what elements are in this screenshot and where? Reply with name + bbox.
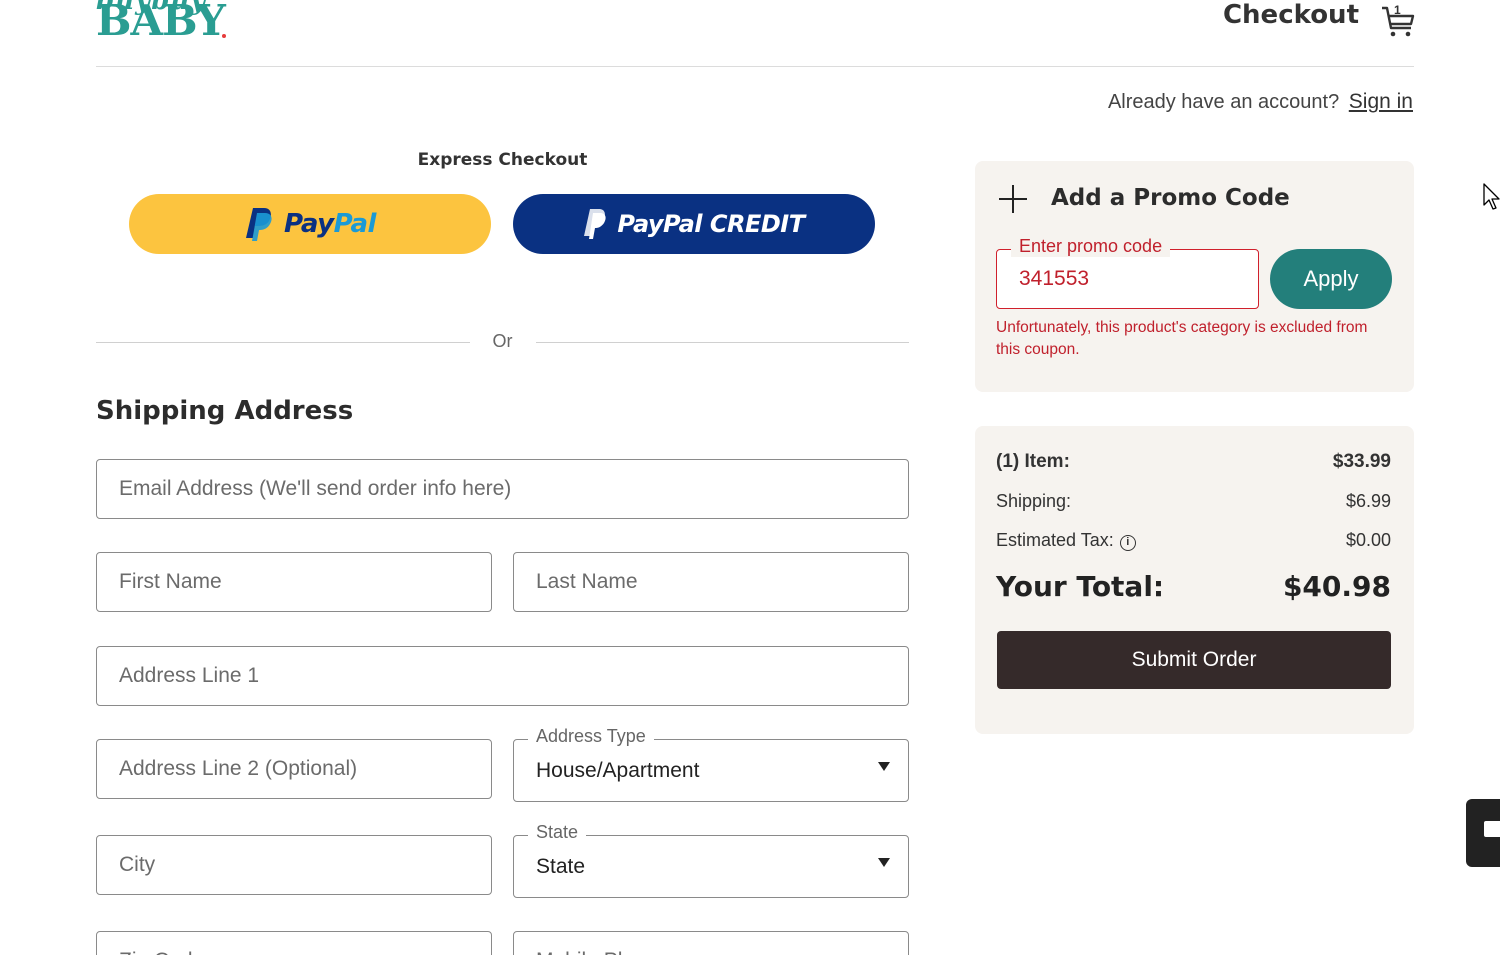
last-name-field[interactable] bbox=[513, 552, 909, 612]
mobile-phone-field[interactable] bbox=[513, 931, 909, 955]
promo-error-message: Unfortunately, this product's category i… bbox=[996, 319, 1368, 358]
promo-code-input[interactable] bbox=[997, 250, 1258, 308]
address-type-select[interactable]: Address Type House/Apartment bbox=[513, 726, 909, 802]
summary-shipping-label: Shipping: bbox=[996, 491, 1072, 511]
address-line-2-input[interactable] bbox=[97, 740, 491, 798]
summary-total-label: Your Total: bbox=[996, 570, 1165, 603]
paypal-wordmark: PayPal bbox=[284, 209, 376, 239]
or-divider-line-right bbox=[536, 342, 909, 343]
summary-items-row: (1) Item: $33.99 bbox=[996, 451, 1391, 473]
address-line-2-field[interactable] bbox=[96, 739, 492, 799]
paypal-credit-logo-icon bbox=[584, 209, 607, 239]
promo-code-label: Enter promo code bbox=[1011, 236, 1171, 257]
city-input[interactable] bbox=[97, 836, 491, 894]
promo-code-title[interactable]: Add a Promo Code bbox=[1051, 185, 1290, 211]
address-line-1-input[interactable] bbox=[97, 647, 908, 705]
state-value: State bbox=[536, 855, 586, 878]
city-field[interactable] bbox=[96, 835, 492, 895]
summary-items-value: $33.99 bbox=[1332, 451, 1391, 472]
brand-logo-dot bbox=[222, 34, 226, 38]
shipping-address-title: Shipping Address bbox=[96, 396, 354, 426]
zip-code-input[interactable] bbox=[97, 932, 491, 955]
state-label: State bbox=[528, 822, 587, 843]
cart-count-badge: 1 bbox=[1394, 3, 1401, 17]
express-checkout-title: Express Checkout bbox=[417, 150, 588, 170]
account-prompt: Already have an account? Sign in bbox=[1108, 90, 1413, 114]
summary-tax-label-group: Estimated Tax: i bbox=[996, 530, 1136, 551]
paypal-credit-wordmark: PayPal CREDIT bbox=[617, 210, 805, 238]
summary-tax-value: $0.00 bbox=[1345, 530, 1391, 550]
address-type-value: House/Apartment bbox=[536, 759, 700, 782]
state-select[interactable]: State State bbox=[513, 822, 909, 898]
mouse-cursor-icon bbox=[1483, 183, 1500, 210]
brand-logo-main: BABY bbox=[96, 0, 226, 45]
paypal-button[interactable]: PayPal bbox=[129, 194, 491, 254]
sign-in-link[interactable]: Sign in bbox=[1349, 90, 1413, 113]
account-prompt-text: Already have an account? bbox=[1107, 91, 1340, 113]
zip-code-field[interactable] bbox=[96, 931, 492, 955]
dropdown-caret-icon bbox=[878, 858, 890, 867]
summary-tax-label: Estimated Tax: bbox=[996, 530, 1114, 550]
info-icon[interactable]: i bbox=[1119, 535, 1136, 551]
paypal-logo-icon bbox=[246, 208, 272, 241]
summary-items-label: (1) Item: bbox=[996, 451, 1070, 472]
promo-code-card: Add a Promo Code Enter promo code Apply … bbox=[975, 161, 1414, 392]
plus-icon[interactable] bbox=[997, 183, 1029, 215]
or-divider: Or bbox=[96, 330, 909, 354]
address-type-label: Address Type bbox=[528, 726, 654, 747]
promo-code-field[interactable]: Enter promo code bbox=[996, 236, 1259, 309]
header-divider bbox=[96, 66, 1414, 67]
order-summary-card: (1) Item: $33.99 Shipping: $6.99 Estimat… bbox=[975, 426, 1414, 734]
summary-tax-row: Estimated Tax: i $0.00 bbox=[996, 530, 1391, 551]
email-input[interactable] bbox=[97, 460, 908, 518]
paypal-credit-button[interactable]: PayPal CREDIT bbox=[513, 194, 875, 254]
first-name-field[interactable] bbox=[96, 552, 492, 612]
submit-order-button[interactable]: Submit Order bbox=[997, 631, 1391, 689]
paypal-wordmark-pal: Pal bbox=[333, 209, 377, 239]
last-name-input[interactable] bbox=[514, 553, 908, 611]
mobile-phone-input[interactable] bbox=[514, 932, 908, 955]
chat-widget-tab[interactable] bbox=[1466, 799, 1500, 867]
paypal-wordmark-pay: Pay bbox=[284, 209, 334, 239]
email-field[interactable] bbox=[96, 459, 909, 519]
summary-shipping-row: Shipping: $6.99 bbox=[996, 491, 1391, 512]
brand-logo[interactable]: buybuy BABY bbox=[96, 0, 236, 46]
chat-icon bbox=[1484, 821, 1500, 837]
dropdown-caret-icon bbox=[878, 762, 890, 771]
summary-total-row: Your Total: $40.98 bbox=[996, 570, 1391, 603]
page-title: Checkout bbox=[1222, 0, 1359, 30]
address-line-1-field[interactable] bbox=[96, 646, 909, 706]
summary-shipping-value: $6.99 bbox=[1345, 491, 1391, 511]
first-name-input[interactable] bbox=[97, 553, 491, 611]
apply-button[interactable]: Apply bbox=[1270, 249, 1392, 309]
summary-total-value: $40.98 bbox=[1282, 570, 1391, 603]
